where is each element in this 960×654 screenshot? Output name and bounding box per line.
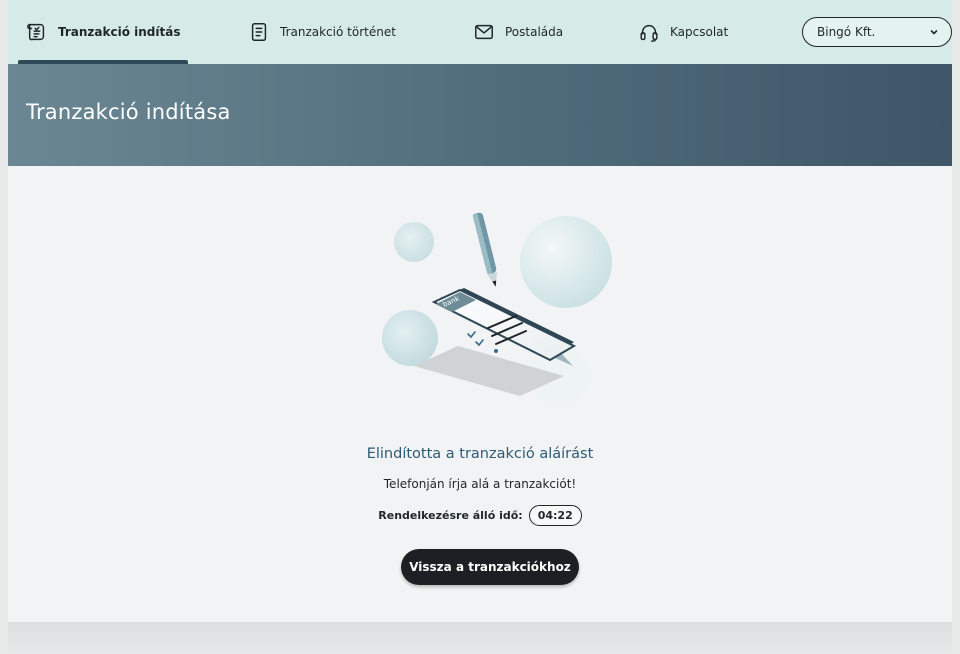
nav-item-transaction-start[interactable]: Tranzakció indítás	[17, 0, 189, 64]
headset-icon	[640, 24, 658, 42]
top-navigation: Tranzakció indítás Tranzakció történet P…	[8, 0, 952, 64]
nav-item-transaction-history[interactable]: Tranzakció történet	[248, 0, 396, 64]
status-subtitle: Telefonján írja alá a tranzakciót!	[383, 477, 577, 491]
nav-item-label: Postaláda	[505, 25, 564, 39]
nav-item-mailbox[interactable]: Postaláda	[473, 0, 563, 64]
remaining-time-label: Rendelkezésre álló idő:	[378, 509, 523, 522]
document-icon	[251, 23, 267, 41]
nav-item-label: Tranzakció indítás	[58, 25, 181, 39]
status-title: Elindította a tranzakció aláírást	[366, 446, 594, 462]
back-to-transactions-button[interactable]: Vissza a tranzakciókhoz	[401, 549, 579, 585]
remaining-time-value: 04:22	[528, 505, 582, 526]
nav-item-label: Tranzakció történet	[280, 25, 396, 39]
company-select[interactable]: Bingó Kft.	[802, 17, 952, 47]
nav-item-label: Kapcsolat	[670, 25, 729, 39]
page-header: Tranzakció indítása	[8, 64, 952, 166]
page-title: Tranzakció indítása	[26, 100, 231, 124]
mail-icon	[475, 24, 493, 40]
remaining-time-row: Rendelkezésre álló idő: 04:22	[8, 505, 952, 526]
chevron-down-icon	[930, 30, 938, 35]
nav-item-contact[interactable]: Kapcsolat	[638, 0, 728, 64]
footer-band	[8, 622, 952, 654]
app-frame: Tranzakció indítás Tranzakció történet P…	[8, 0, 952, 622]
transaction-start-icon	[27, 23, 45, 41]
phone-signing-illustration: bank	[382, 212, 612, 406]
company-select-value: Bingó Kft.	[817, 25, 876, 39]
